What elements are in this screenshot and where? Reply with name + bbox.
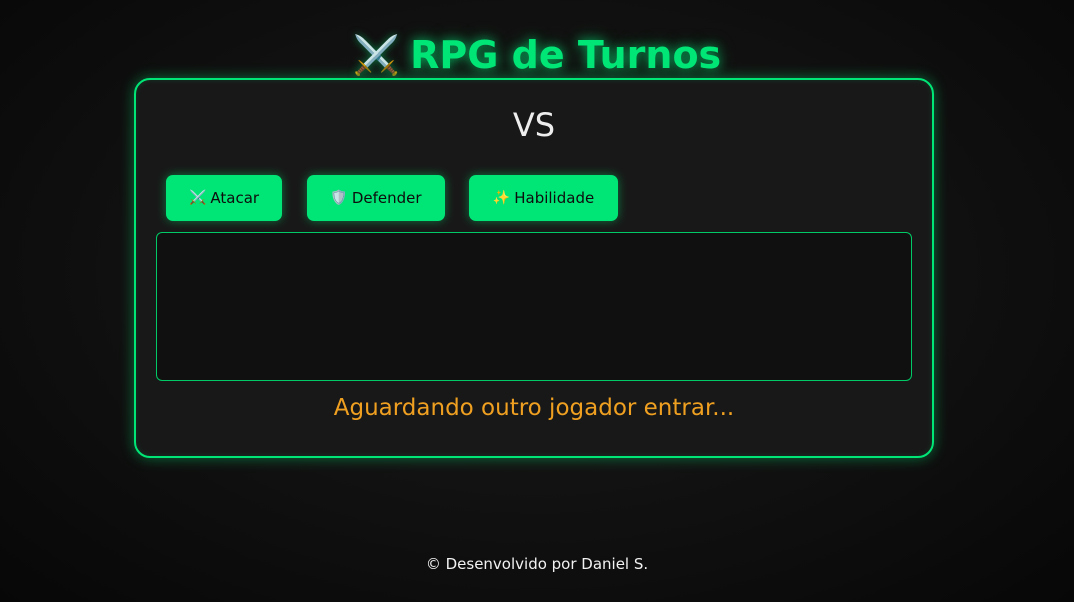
status-message: Aguardando outro jogador entrar... <box>333 395 735 421</box>
versus-label: VS <box>512 106 556 144</box>
skill-button[interactable]: ✨ Habilidade <box>469 175 618 221</box>
battle-log[interactable] <box>156 232 912 381</box>
skill-button-label: Habilidade <box>514 189 595 207</box>
defend-button[interactable]: 🛡️ Defender <box>307 175 445 221</box>
defend-button-label: Defender <box>351 189 422 207</box>
footer-credit: © Desenvolvido por Daniel S. <box>425 555 649 573</box>
attack-button[interactable]: ⚔️ Atacar <box>166 175 282 221</box>
attack-button-label: Atacar <box>210 189 260 207</box>
page-title-text: RPG de Turnos <box>410 33 722 78</box>
shield-icon: 🛡️ <box>330 190 348 206</box>
battle-panel: VS ⚔️ Atacar 🛡️ Defender ✨ Habilidade Ag… <box>134 78 934 458</box>
crossed-swords-icon: ⚔️ <box>352 33 401 78</box>
sparkles-icon: ✨ <box>492 190 511 206</box>
crossed-swords-icon: ⚔️ <box>188 190 207 206</box>
page-title: ⚔️ RPG de Turnos <box>0 33 1074 78</box>
